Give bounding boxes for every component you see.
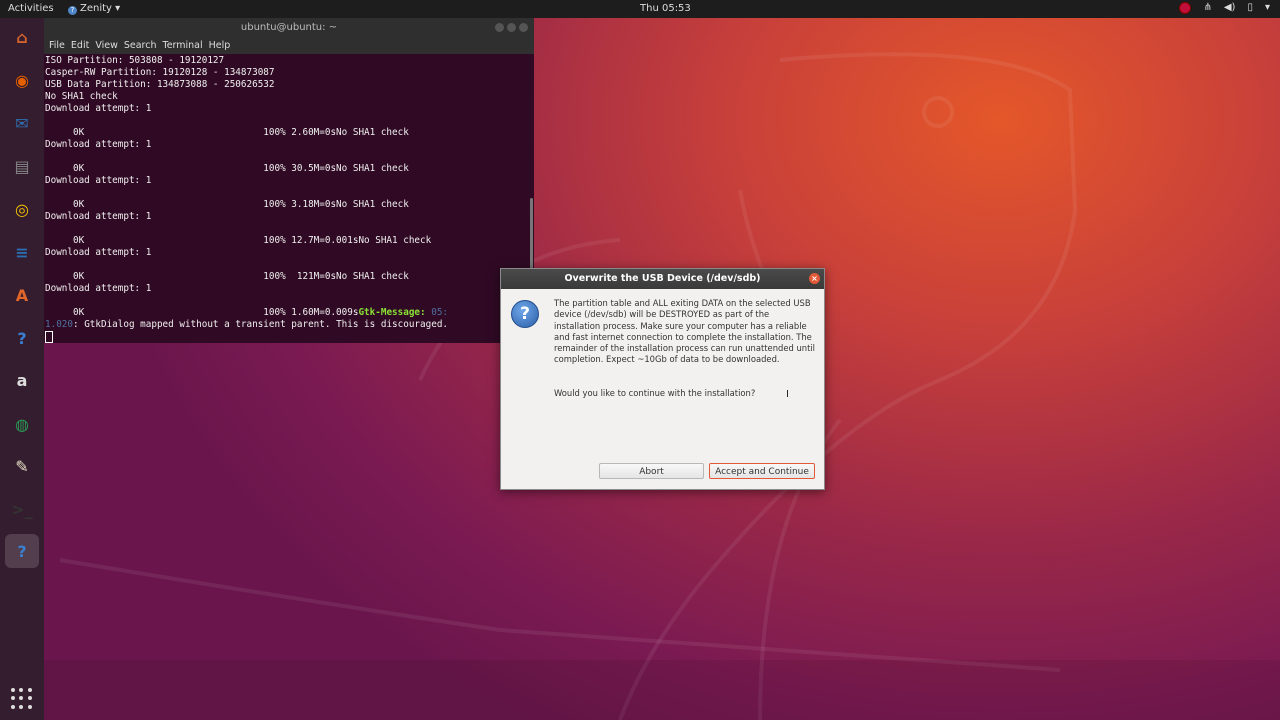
terminal-line: 0K 100% 12.7M=0.001sNo SHA1 check — [45, 235, 432, 246]
menu-view[interactable]: View — [95, 40, 118, 51]
terminal-line: 0K 100% 2.60M=0sNo SHA1 check — [45, 127, 409, 138]
files-icon-glyph: ▤ — [14, 156, 30, 176]
dock: ⌂ ◉ ✉ ▤ ◎ ≡ A? a ◍ ✎ >_? — [0, 18, 44, 720]
menu-help[interactable]: Help — [209, 40, 231, 51]
terminal-line: Download attempt: 1 — [45, 139, 152, 150]
terminal-line: Download attempt: 1 — [45, 283, 152, 294]
terminal-cursor — [45, 331, 53, 343]
help-active-icon-glyph: ? — [17, 541, 27, 561]
software-center-icon-glyph: A — [15, 285, 29, 305]
terminal-line: Download attempt: 1 — [45, 175, 152, 186]
terminal-titlebar[interactable]: ubuntu@ubuntu: ~ — [44, 18, 534, 38]
text-editor-icon[interactable]: ✎ — [5, 449, 39, 483]
terminal-line: Download attempt: 1 — [45, 247, 152, 258]
dialog-title: Overwrite the USB Device (/dev/sdb) — [564, 273, 761, 284]
question-icon: ? — [511, 300, 539, 328]
files-home-icon-glyph: ⌂ — [16, 27, 28, 47]
overwrite-usb-dialog[interactable]: Overwrite the USB Device (/dev/sdb) × ? … — [500, 268, 825, 490]
amazon-icon-glyph: a — [16, 370, 28, 390]
terminal-line: 0K 100% 1.60M=0.009s — [45, 307, 359, 318]
browser-globe-icon-glyph: ◍ — [15, 414, 29, 434]
dialog-question: Would you like to continue with the inst… — [554, 388, 756, 398]
chevron-down-icon[interactable]: ▾ — [1265, 2, 1270, 14]
dialog-titlebar[interactable]: Overwrite the USB Device (/dev/sdb) × — [501, 269, 824, 289]
libreoffice-writer-icon[interactable]: ≡ — [5, 235, 39, 269]
clock[interactable]: Thu 05:53 — [640, 3, 691, 14]
terminal-line: ISO Partition: 503808 - 19120127 — [45, 55, 225, 66]
terminal-icon-glyph: >_ — [11, 499, 33, 519]
battery-icon[interactable]: ▯ — [1247, 2, 1253, 14]
terminal-icon[interactable]: >_ — [5, 492, 39, 526]
terminal-window[interactable]: ubuntu@ubuntu: ~ File Edit View Search Termi… — [44, 18, 534, 343]
terminal-line: : GtkDialog mapped without a transient p… — [73, 319, 449, 330]
terminal-line: 0K 100% 3.18M=0sNo SHA1 check — [45, 199, 409, 210]
chevron-down-icon: ▾ — [115, 3, 121, 14]
help-icon-glyph: ? — [17, 328, 27, 348]
activities-button[interactable]: Activities — [8, 3, 54, 14]
firefox-icon-glyph: ◉ — [15, 70, 29, 90]
help-active-icon[interactable]: ? — [5, 534, 39, 568]
firefox-icon[interactable]: ◉ — [5, 63, 39, 97]
show-applications-icon[interactable] — [11, 688, 33, 710]
software-center-icon[interactable]: A — [5, 278, 39, 312]
help-icon[interactable]: ? — [5, 321, 39, 355]
terminal-line: No SHA1 check — [45, 91, 118, 102]
files-home-icon[interactable]: ⌂ — [5, 20, 39, 54]
record-indicator-icon[interactable] — [1179, 2, 1192, 14]
terminal-title: ubuntu@ubuntu: ~ — [240, 22, 338, 33]
menu-search[interactable]: Search — [124, 40, 157, 51]
volume-icon[interactable]: ◀) — [1224, 2, 1236, 14]
terminal-menubar: File Edit View Search Terminal Help — [44, 38, 534, 54]
zenity-app-icon: ? — [68, 6, 77, 15]
dialog-message: The partition table and ALL exiting DATA… — [554, 298, 816, 365]
rhythmbox-icon[interactable]: ◎ — [5, 192, 39, 226]
minimize-icon[interactable] — [495, 23, 504, 32]
text-editor-icon-glyph: ✎ — [15, 456, 29, 476]
app-menu-label: Zenity — [80, 3, 112, 14]
terminal-line: USB Data Partition: 134873088 - 25062653… — [45, 79, 275, 90]
terminal-line: 0K 100% 30.5M=0sNo SHA1 check — [45, 163, 409, 174]
terminal-line: Download attempt: 1 — [45, 103, 152, 114]
thunderbird-icon-glyph: ✉ — [15, 113, 29, 133]
files-icon[interactable]: ▤ — [5, 149, 39, 183]
maximize-icon[interactable] — [507, 23, 516, 32]
close-icon[interactable]: × — [809, 273, 820, 284]
gtk-message-label: Gtk-Message: — [358, 307, 426, 318]
app-menu[interactable]: ? Zenity ▾ — [68, 3, 120, 15]
abort-button[interactable]: Abort — [599, 463, 704, 479]
text-cursor-icon: I — [786, 389, 789, 400]
terminal-output[interactable]: ISO Partition: 503808 - 19120127 Casper-… — [44, 54, 534, 345]
close-icon[interactable] — [519, 23, 528, 32]
network-icon[interactable]: ⋔ — [1203, 2, 1211, 14]
gtk-message-time: 1.020 — [45, 319, 73, 330]
accept-and-continue-button[interactable]: Accept and Continue — [709, 463, 815, 479]
menu-terminal[interactable]: Terminal — [163, 40, 203, 51]
browser-globe-icon[interactable]: ◍ — [5, 407, 39, 441]
menu-file[interactable]: File — [49, 40, 65, 51]
libreoffice-writer-icon-glyph: ≡ — [15, 242, 29, 262]
amazon-icon[interactable]: a — [5, 363, 39, 397]
gtk-message-time: 05: — [425, 307, 449, 318]
menu-edit[interactable]: Edit — [71, 40, 89, 51]
top-panel: Activities ? Zenity ▾ Thu 05:53 ⋔ ◀) ▯ ▾ — [0, 0, 1280, 18]
terminal-line: 0K 100% 121M=0sNo SHA1 check — [45, 271, 409, 282]
system-tray[interactable]: ⋔ ◀) ▯ ▾ — [1179, 2, 1270, 14]
rhythmbox-icon-glyph: ◎ — [15, 199, 29, 219]
terminal-line: Casper-RW Partition: 19120128 - 13487308… — [45, 67, 275, 78]
thunderbird-icon[interactable]: ✉ — [5, 106, 39, 140]
terminal-line: Download attempt: 1 — [45, 211, 152, 222]
